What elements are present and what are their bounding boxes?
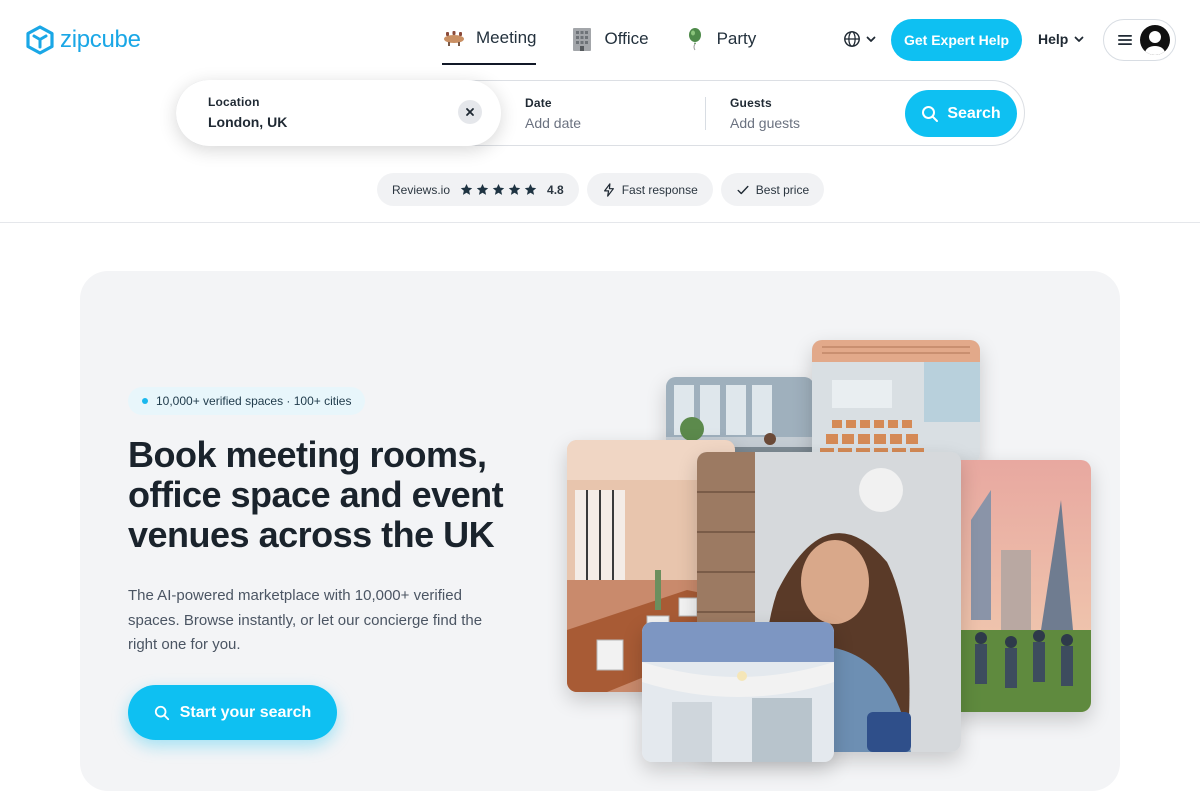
location-field[interactable]: Location London, UK: [176, 80, 501, 146]
best-price-badge[interactable]: Best price: [720, 173, 825, 206]
reviews-source: Reviews.io: [392, 182, 451, 197]
guests-placeholder: Add guests: [730, 115, 801, 131]
avatar: [1140, 25, 1170, 55]
verified-spaces-pill: 10,000+ verified spaces · 100+ cities: [128, 387, 366, 415]
date-field[interactable]: Date Add date: [525, 96, 581, 131]
tab-party-label: Party: [716, 28, 757, 48]
star-icon: [460, 183, 473, 195]
reviews-badge[interactable]: Reviews.io 4.8: [377, 173, 579, 206]
star-icon: [524, 183, 537, 195]
date-label: Date: [525, 96, 552, 110]
start-search-label: Start your search: [179, 703, 312, 721]
best-price-label: Best price: [755, 182, 810, 197]
search-icon: [154, 705, 169, 720]
conference-room-photo: [812, 340, 980, 464]
search-button-label: Search: [947, 104, 1001, 122]
chevron-down-icon: [866, 36, 876, 42]
rooftop-party-photo: [951, 460, 1091, 712]
tab-meeting[interactable]: Meeting: [442, 18, 537, 65]
fast-response-label: Fast response: [621, 182, 698, 197]
hamburger-menu-icon: [1118, 35, 1132, 45]
tab-office-label: Office: [604, 28, 649, 48]
search-button[interactable]: Search: [905, 90, 1017, 137]
search-icon: [922, 105, 939, 122]
meeting-table-icon: [442, 26, 466, 50]
lightning-icon: [603, 182, 614, 197]
location-label: Location: [208, 95, 260, 109]
zipcube-logo[interactable]: zipcube: [26, 25, 141, 55]
get-expert-help-button[interactable]: Get Expert Help: [891, 19, 1022, 61]
chevron-down-icon: [1074, 36, 1084, 42]
workspace-photo: [642, 622, 834, 762]
tab-meeting-label: Meeting: [476, 27, 537, 47]
hero-subtitle: The AI-powered marketplace with 10,000+ …: [128, 587, 483, 653]
star-icon: [508, 183, 521, 195]
close-icon: [466, 108, 474, 116]
category-tabs: Meeting Office Party: [442, 18, 756, 65]
help-menu[interactable]: Help: [1038, 31, 1085, 47]
hero-section: 10,000+ verified spaces · 100+ cities Bo…: [80, 271, 1120, 791]
user-avatar-icon: [1145, 31, 1165, 55]
status-dot: [142, 398, 148, 404]
user-menu-button[interactable]: [1103, 19, 1176, 61]
search-bar: Location London, UK Date Add date Guests…: [176, 80, 1025, 146]
clear-location-button[interactable]: [458, 100, 482, 124]
check-icon: [737, 185, 749, 194]
tab-party[interactable]: Party: [683, 18, 757, 65]
language-selector[interactable]: [843, 30, 877, 48]
site-header: zipcube Meeting Office Party Get Expert …: [0, 0, 1200, 223]
hero-title: Book meeting rooms, office space and eve…: [128, 434, 504, 555]
trust-badges: Reviews.io 4.8 Fast response Best price: [377, 173, 825, 206]
tab-office[interactable]: Office: [570, 18, 649, 65]
guests-field[interactable]: Guests Add guests: [730, 96, 800, 131]
location-value[interactable]: London, UK: [208, 114, 501, 130]
rating-value: 4.8: [547, 182, 564, 197]
star-rating: [460, 183, 537, 196]
fast-response-badge[interactable]: Fast response: [586, 173, 713, 206]
logo-wordmark: zipcube: [60, 26, 141, 53]
guests-label: Guests: [730, 96, 772, 110]
field-divider: [705, 97, 706, 130]
verified-spaces-text: 10,000+ verified spaces · 100+ cities: [156, 394, 352, 408]
help-label: Help: [1038, 31, 1069, 47]
start-search-button[interactable]: Start your search: [128, 685, 337, 740]
party-balloon-icon: [683, 27, 707, 51]
cube-logo-icon: [26, 25, 54, 55]
date-placeholder: Add date: [525, 115, 582, 131]
office-building-icon: [570, 27, 594, 51]
star-icon: [476, 183, 489, 195]
star-icon: [492, 183, 505, 195]
globe-icon: [844, 31, 860, 47]
